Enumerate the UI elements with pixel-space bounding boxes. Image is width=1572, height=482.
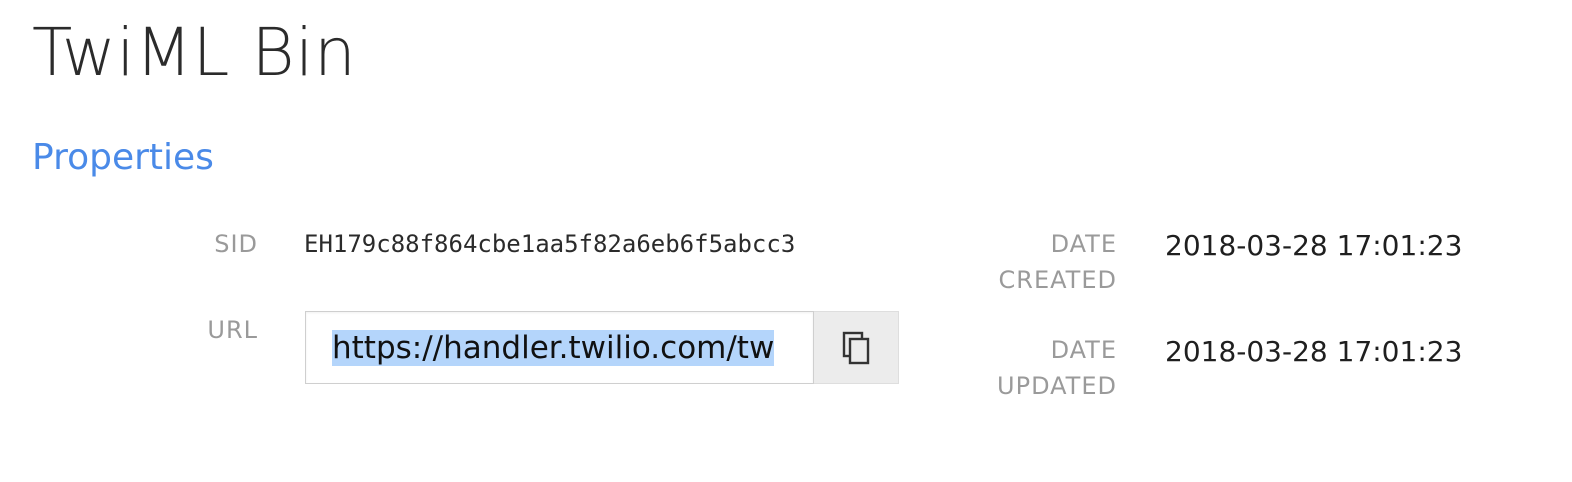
copy-url-button[interactable] xyxy=(814,311,899,384)
url-label: URL xyxy=(207,316,258,344)
copy-icon xyxy=(842,331,870,364)
sid-value: EH179c88f864cbe1aa5f82a6eb6f5abcc3 xyxy=(304,230,796,258)
url-field[interactable]: https://handler.twilio.com/tw xyxy=(305,311,814,384)
date-created-value: 2018-03-28 17:01:23 xyxy=(1165,229,1463,262)
url-value: https://handler.twilio.com/tw xyxy=(332,329,775,366)
date-updated-value: 2018-03-28 17:01:23 xyxy=(1165,335,1463,368)
section-title-properties: Properties xyxy=(32,137,214,178)
date-created-label: DATE CREATED xyxy=(998,230,1117,294)
page-title: TwiML Bin xyxy=(32,14,357,91)
date-updated-label: DATE UPDATED xyxy=(997,336,1117,400)
url-field-group: https://handler.twilio.com/tw xyxy=(305,311,899,384)
sid-label: SID xyxy=(214,230,258,258)
